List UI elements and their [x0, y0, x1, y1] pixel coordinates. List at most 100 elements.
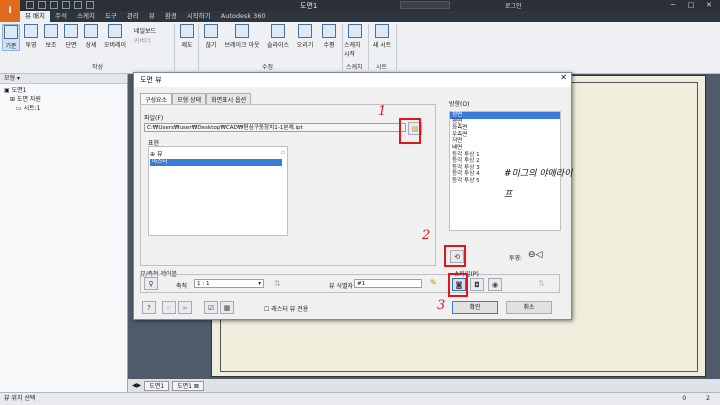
- cover-button[interactable]: 커버더: [134, 36, 151, 45]
- hidden-line-removed-icon[interactable]: ◘: [470, 278, 484, 291]
- projected-view-button[interactable]: 투영: [22, 24, 40, 49]
- model-browser: 모형 ▾ ▣ 도면1 ⊞ 도면 자원 ▭ 시트:1: [0, 74, 128, 392]
- dialog-close-icon[interactable]: ✕: [560, 73, 567, 82]
- group-separator: [342, 24, 343, 70]
- overlay-view-button[interactable]: 오버레이: [102, 24, 128, 49]
- check-icon[interactable]: ☑: [204, 301, 218, 314]
- tab-tools[interactable]: 도구: [100, 11, 122, 22]
- list-item[interactable]: 좌측면: [450, 125, 560, 132]
- draft-view-button[interactable]: 제도: [178, 24, 196, 49]
- help-search-input[interactable]: [400, 1, 450, 9]
- ok-button[interactable]: 확인: [452, 301, 498, 314]
- auxiliary-view-icon: [44, 24, 58, 38]
- annotation-number-1: 1: [378, 104, 387, 119]
- overlay-view-icon: [108, 24, 122, 38]
- horizontal-button[interactable]: 수평: [318, 24, 340, 49]
- view-label-visibility-icon[interactable]: ♀: [144, 277, 158, 290]
- auxiliary-view-button[interactable]: 보조: [42, 24, 60, 49]
- slice-button[interactable]: 슬라이스: [264, 24, 292, 49]
- new-sheet-button[interactable]: 새 시트: [370, 24, 394, 49]
- start-sketch-button[interactable]: 스케치 시작: [344, 24, 366, 58]
- base-view-icon: [4, 25, 18, 39]
- status-text: 뷰 위치 선택: [4, 395, 36, 402]
- style-toggle-icon[interactable]: ⇅: [538, 279, 545, 288]
- highlight-box-3: [448, 273, 468, 297]
- new-icon[interactable]: [26, 1, 34, 9]
- view-options-icon[interactable]: ▫: [281, 149, 285, 156]
- break-out-button[interactable]: 브레이크 아웃: [222, 24, 262, 49]
- scale-toggle-icon[interactable]: ⇅: [274, 279, 281, 288]
- tab-view[interactable]: 뷰: [144, 11, 160, 22]
- break-icon: [204, 24, 218, 38]
- scale-select[interactable]: 1 : 1 ▾: [194, 279, 264, 288]
- redo-icon[interactable]: [74, 1, 82, 9]
- list-item[interactable]: 정면: [450, 112, 560, 119]
- tab-get-started[interactable]: 시작하기: [182, 11, 216, 22]
- window-controls: ─ □ ✕: [664, 0, 718, 11]
- highlight-box-1: [399, 118, 421, 144]
- list-item[interactable]: 배면: [450, 145, 560, 152]
- tree-item-sheet[interactable]: ▭ 시트:1: [4, 104, 123, 113]
- title-bar: I 도면1 로그인 ─ □ ✕: [0, 0, 720, 22]
- status-count-2: 2: [706, 395, 710, 402]
- maximize-button[interactable]: □: [682, 0, 700, 11]
- crop-button[interactable]: 오리기: [294, 24, 316, 49]
- shaded-style-icon[interactable]: ◉: [488, 278, 502, 291]
- list-item[interactable]: 마스터: [150, 159, 282, 166]
- section-view-button[interactable]: 단면: [62, 24, 80, 49]
- start-sketch-icon: [348, 24, 362, 38]
- nav-arrows-icon[interactable]: ◀▶: [132, 382, 141, 389]
- tree-item-drawing-resources[interactable]: ⊞ 도면 자원: [4, 95, 123, 104]
- projection-symbol-icon[interactable]: ⊖◁: [528, 250, 542, 260]
- help-icon[interactable]: ?: [142, 301, 156, 314]
- detail-view-button[interactable]: 상세: [82, 24, 100, 49]
- group-label-create: 작성: [92, 64, 104, 71]
- tab-place-views[interactable]: 뷰 배치: [20, 11, 51, 22]
- sign-in-link[interactable]: 로그인: [505, 1, 522, 10]
- tab-environments[interactable]: 환경: [160, 11, 182, 22]
- list-item[interactable]: 우측면: [450, 132, 560, 139]
- detail-view-icon: [84, 24, 98, 38]
- inventor-logo[interactable]: I: [0, 0, 20, 22]
- undo-icon[interactable]: [62, 1, 70, 9]
- minimize-button[interactable]: ─: [664, 0, 682, 11]
- dialog-title: 도면 뷰: [134, 73, 571, 87]
- browser-tree: ▣ 도면1 ⊞ 도면 자원 ▭ 시트:1: [0, 84, 127, 115]
- tab-autodesk-360[interactable]: Autodesk 360: [216, 11, 271, 22]
- print-icon[interactable]: [86, 1, 94, 9]
- cancel-button[interactable]: 취소: [506, 301, 552, 314]
- open-icon[interactable]: [38, 1, 46, 9]
- tab-manage[interactable]: 관리: [122, 11, 144, 22]
- save-icon[interactable]: [50, 1, 58, 9]
- nailboard-button[interactable]: 네일보드: [134, 26, 156, 35]
- break-button[interactable]: 끊기: [202, 24, 220, 49]
- tree-item-drawing[interactable]: ▣ 도면1: [4, 86, 123, 95]
- raster-only-checkbox[interactable]: ☐ 래스터 뷰 전용: [264, 304, 308, 313]
- annotation-number-2: 2: [422, 228, 431, 243]
- base-view-button[interactable]: 기준: [2, 24, 20, 51]
- close-button[interactable]: ✕: [700, 0, 718, 11]
- list-item[interactable]: 저면: [450, 138, 560, 145]
- chevron-down-icon: ▾: [258, 281, 261, 287]
- highlight-box-2: [444, 245, 466, 267]
- glasses-icon[interactable]: ∞: [178, 301, 192, 314]
- status-bar: 뷰 위치 선택 0 2: [0, 392, 720, 405]
- document-tab-active[interactable]: 도면1 ⊠: [172, 380, 204, 391]
- check-disabled-icon[interactable]: ✓: [162, 301, 176, 314]
- crop-icon: [298, 24, 312, 38]
- view-label: ⊕ 뷰: [150, 151, 163, 158]
- view-identifier-field[interactable]: #1: [354, 279, 422, 288]
- grid-icon[interactable]: ▦: [220, 301, 234, 314]
- status-counts: 0 2: [682, 393, 710, 405]
- annotation-number-3: 3: [437, 298, 446, 313]
- window-title: 도면1: [300, 2, 318, 10]
- file-path-field[interactable]: C:₩Users₩user₩Desktop₩CAD₩편심구동장치1-1본체.ip…: [144, 123, 406, 132]
- new-sheet-icon: [375, 24, 389, 38]
- status-count-1: 0: [682, 395, 687, 402]
- document-tab[interactable]: 도면1: [144, 380, 170, 391]
- browser-header[interactable]: 모형 ▾: [0, 74, 127, 84]
- tab-sketch[interactable]: 스케치: [72, 11, 100, 22]
- tab-annotate[interactable]: 주석: [50, 11, 72, 22]
- slice-icon: [271, 24, 285, 38]
- edit-label-icon[interactable]: ✎: [430, 278, 437, 287]
